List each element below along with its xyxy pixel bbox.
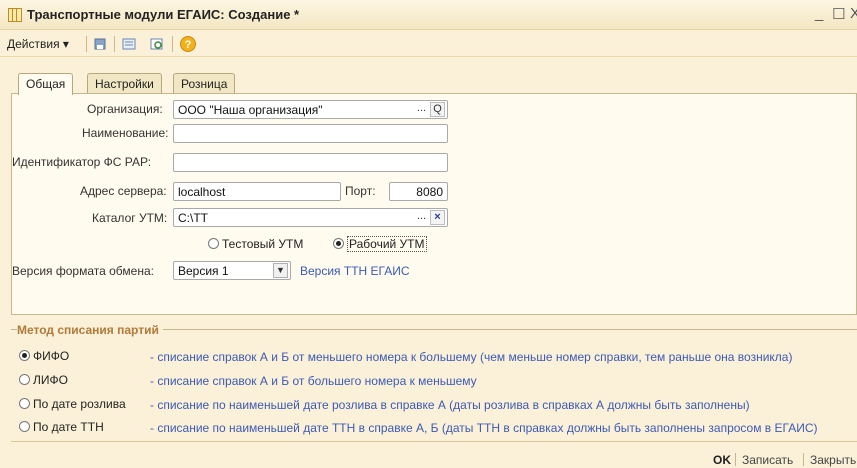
method-option-description: - списание справок А и Б от меньшего ном… — [150, 350, 793, 364]
footer-separator — [803, 453, 804, 466]
test-utm-label: Тестовый УТМ — [222, 237, 304, 251]
close-button[interactable]: Закрыть — [810, 453, 856, 467]
method-option-label: ЛИФО — [33, 373, 68, 387]
port-label: Порт: — [345, 184, 376, 198]
utm-directory-value: C:\TT — [178, 211, 208, 225]
test-utm-radio[interactable]: Тестовый УТМ — [208, 237, 303, 251]
tab-settings[interactable]: Настройки — [87, 73, 162, 94]
help-icon[interactable]: ? — [180, 36, 196, 52]
footer-bar: OK Записать Закрыть — [0, 451, 857, 468]
method-option-label: По дате розлива — [33, 397, 126, 411]
chevron-down-icon: ▾ — [62, 37, 69, 51]
tab-retail[interactable]: Розница — [173, 73, 236, 94]
title-bar: Транспортные модули ЕГАИС: Создание * _ … — [0, 0, 857, 30]
method-fifo-radio[interactable]: ФИФО — [19, 349, 69, 363]
actions-menu[interactable]: Действия ▾ — [7, 37, 69, 51]
save-close-icon[interactable] — [94, 38, 108, 50]
format-version-label: Версия формата обмена: — [12, 264, 154, 278]
toolbar-divider — [86, 36, 87, 52]
method-option-description: - списание по наименьшей дате розлива в … — [150, 398, 750, 412]
window-title: Транспортные модули ЕГАИС: Создание * — [27, 7, 300, 22]
minimize-button[interactable]: _ — [815, 5, 823, 22]
ok-button[interactable]: OK — [713, 453, 731, 467]
server-address-label: Адрес сервера: — [80, 184, 167, 198]
radio-off-icon — [19, 421, 30, 432]
method-group-title: Метод списания партий — [17, 323, 163, 337]
actions-label: Действия — [7, 37, 60, 51]
footer-divider — [11, 441, 857, 442]
work-utm-label: Рабочий УТМ — [347, 236, 427, 252]
organization-label: Организация: — [87, 102, 163, 116]
port-field[interactable]: 8080 — [389, 182, 448, 201]
server-address-field[interactable]: localhost — [173, 182, 341, 201]
radio-off-icon — [19, 374, 30, 385]
chevron-down-icon[interactable]: ▼ — [273, 263, 288, 278]
method-lifo-radio[interactable]: ЛИФО — [19, 373, 68, 387]
fsrar-id-field[interactable] — [173, 153, 448, 172]
organization-field[interactable]: ООО "Наша организация" — [173, 100, 448, 119]
name-label: Наименование: — [82, 126, 169, 140]
toolbar-divider — [114, 36, 115, 52]
document-icon[interactable] — [122, 38, 136, 50]
method-option-description: - списание по наименьшей дате ТТН в спра… — [150, 421, 818, 435]
method-option-description: - списание справок А и Б от большего ном… — [150, 374, 477, 388]
clear-icon[interactable]: × — [430, 210, 445, 225]
refresh-icon[interactable] — [150, 38, 164, 50]
table-icon — [8, 8, 22, 22]
radio-on-icon — [333, 238, 344, 249]
name-field[interactable] — [173, 124, 448, 143]
radio-off-icon — [208, 238, 219, 249]
method-option-label: ФИФО — [33, 349, 70, 363]
toolbar-divider — [172, 36, 173, 52]
radio-on-icon — [19, 350, 30, 361]
organization-select-button[interactable]: ... — [414, 102, 429, 117]
method-ttn-date-radio[interactable]: По дате ТТН — [19, 420, 104, 434]
toolbar: Действия ▾ ? — [0, 31, 857, 57]
footer-separator — [735, 453, 736, 466]
tab-general[interactable]: Общая — [18, 73, 74, 95]
organization-value: ООО "Наша организация" — [178, 103, 323, 117]
port-value: 8080 — [416, 185, 443, 199]
method-bottling-date-radio[interactable]: По дате розлива — [19, 397, 126, 411]
save-button[interactable]: Записать — [742, 453, 793, 467]
ttn-version-link[interactable]: Версия ТТН ЕГАИС — [300, 264, 410, 278]
utm-directory-browse-button[interactable]: ... — [414, 210, 429, 225]
format-version-value: Версия 1 — [178, 264, 229, 278]
search-icon[interactable]: Q — [430, 102, 445, 117]
utm-directory-field[interactable]: C:\TT — [173, 208, 448, 227]
radio-off-icon — [19, 398, 30, 409]
fsrar-id-label: Идентификатор ФС РАР: — [12, 155, 152, 169]
utm-directory-label: Каталог УТМ: — [92, 211, 168, 225]
close-window-button[interactable]: X — [850, 5, 857, 22]
work-utm-radio[interactable]: Рабочий УТМ — [333, 236, 427, 252]
method-option-label: По дате ТТН — [33, 420, 104, 434]
maximize-button[interactable]: ☐ — [832, 5, 845, 23]
server-address-value: localhost — [178, 185, 226, 199]
